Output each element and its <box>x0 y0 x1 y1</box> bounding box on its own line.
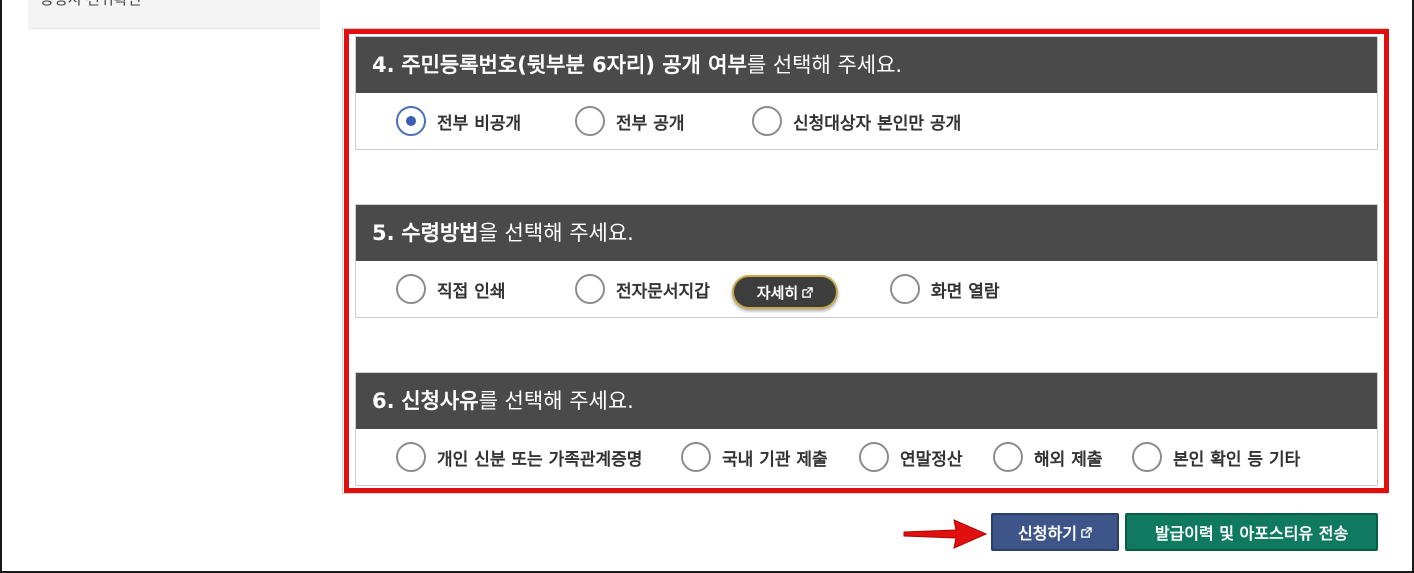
radio-label: 전부 비공개 <box>437 113 522 134</box>
external-link-icon <box>1081 526 1092 538</box>
radio-group-reason: 개인 신분 또는 가족관계증명 국내 기관 제출 연말정산 해외 제출 본인 확… <box>356 429 1377 485</box>
radio-label: 전부 공개 <box>616 113 685 134</box>
radio-label: 본인 확인 등 기타 <box>1173 449 1301 470</box>
section-title: 5. 수령방법을 선택해 주세요. <box>356 205 1377 261</box>
radio-label: 신청대상자 본인만 공개 <box>793 113 962 134</box>
radio-option-self-only[interactable]: 신청대상자 본인만 공개 <box>752 93 961 149</box>
radio-option-domestic-agency[interactable]: 국내 기관 제출 <box>681 429 828 485</box>
section-title: 6. 신청사유를 선택해 주세요. <box>356 373 1377 429</box>
radio-button[interactable] <box>681 442 711 472</box>
radio-label: 직접 인쇄 <box>437 281 506 302</box>
radio-button[interactable] <box>575 274 605 304</box>
radio-button[interactable] <box>993 442 1023 472</box>
radio-option-other[interactable]: 본인 확인 등 기타 <box>1132 429 1300 485</box>
radio-button[interactable] <box>1132 442 1162 472</box>
section-number: 6. <box>372 389 395 413</box>
section-title-bold: 주민등록번호(뒷부분 6자리) 공개 여부 <box>401 53 747 77</box>
section-number: 4. <box>372 53 395 77</box>
radio-button[interactable] <box>575 106 605 136</box>
section-number: 5. <box>372 221 395 245</box>
detail-button[interactable]: 자세히 <box>732 275 838 309</box>
radio-button[interactable] <box>396 442 426 472</box>
radio-label: 해외 제출 <box>1034 449 1103 470</box>
radio-group-disclosure: 전부 비공개 전부 공개 신청대상자 본인만 공개 <box>356 93 1377 149</box>
radio-button-checked[interactable] <box>396 106 426 136</box>
section-title-rest: 를 선택해 주세요. <box>746 53 903 77</box>
section-title-bold: 신청사유 <box>401 389 479 413</box>
apply-button[interactable]: 신청하기 <box>991 513 1119 551</box>
section-title-bold: 수령방법 <box>401 221 479 245</box>
radio-button[interactable] <box>396 274 426 304</box>
radio-button[interactable] <box>859 442 889 472</box>
radio-option-e-wallet[interactable]: 전자문서지갑 <box>575 261 710 317</box>
section-resident-number-disclosure: 4. 주민등록번호(뒷부분 6자리) 공개 여부를 선택해 주세요. 전부 비공… <box>355 36 1378 150</box>
issuance-history-button[interactable]: 발급이력 및 아포스티유 전송 <box>1125 513 1378 551</box>
external-link-icon <box>802 286 813 298</box>
red-arrow-icon <box>903 519 988 549</box>
sidebar-item-label: 증명서 진위확인 <box>40 0 141 9</box>
apply-button-label: 신청하기 <box>1018 524 1077 543</box>
radio-group-receipt: 직접 인쇄 전자문서지갑 자세히 화면 열람 <box>356 261 1377 317</box>
radio-label: 전자문서지갑 <box>616 281 710 302</box>
radio-label: 연말정산 <box>900 449 963 470</box>
radio-option-direct-print[interactable]: 직접 인쇄 <box>396 261 505 317</box>
section-receipt-method: 5. 수령방법을 선택해 주세요. 직접 인쇄 전자문서지갑 자세히 화면 열람 <box>355 204 1378 318</box>
radio-label: 화면 열람 <box>931 281 1000 302</box>
sidebar-menu-item[interactable]: 증명서 진위확인 <box>28 0 320 29</box>
radio-option-identity-family[interactable]: 개인 신분 또는 가족관계증명 <box>396 429 642 485</box>
radio-option-all-public[interactable]: 전부 공개 <box>575 93 684 149</box>
radio-option-screen-view[interactable]: 화면 열람 <box>890 261 999 317</box>
radio-label: 국내 기관 제출 <box>722 449 828 470</box>
section-title-rest: 을 선택해 주세요. <box>478 221 634 245</box>
radio-option-all-private[interactable]: 전부 비공개 <box>396 93 521 149</box>
detail-button-label: 자세히 <box>756 283 799 302</box>
section-title: 4. 주민등록번호(뒷부분 6자리) 공개 여부를 선택해 주세요. <box>356 37 1377 93</box>
radio-button[interactable] <box>752 106 782 136</box>
radio-option-year-end-tax[interactable]: 연말정산 <box>859 429 963 485</box>
section-title-rest: 를 선택해 주세요. <box>478 389 634 413</box>
radio-button[interactable] <box>890 274 920 304</box>
radio-label: 개인 신분 또는 가족관계증명 <box>437 449 643 470</box>
history-button-label: 발급이력 및 아포스티유 전송 <box>1154 524 1349 543</box>
section-application-reason: 6. 신청사유를 선택해 주세요. 개인 신분 또는 가족관계증명 국내 기관 … <box>355 372 1378 486</box>
radio-option-overseas[interactable]: 해외 제출 <box>993 429 1102 485</box>
